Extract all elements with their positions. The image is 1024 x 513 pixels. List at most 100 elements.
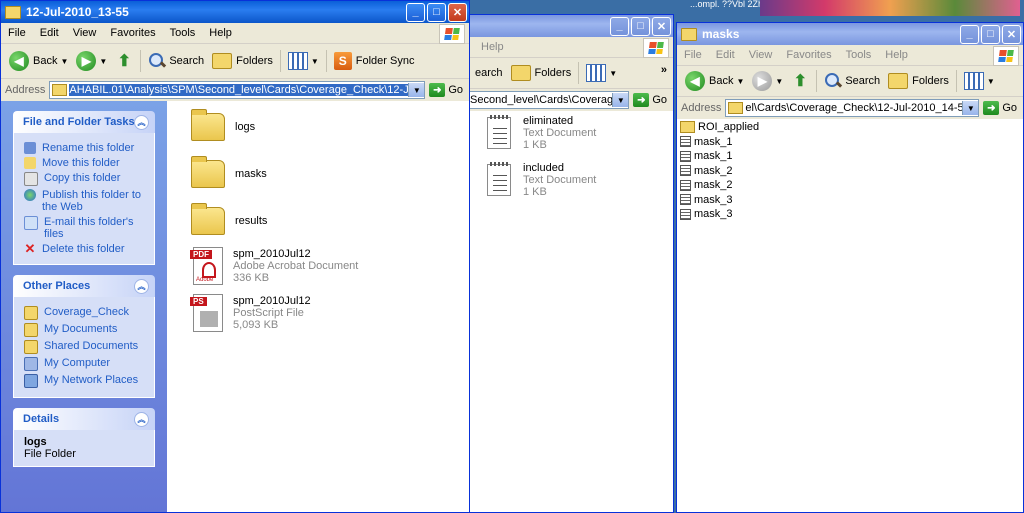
- address-input[interactable]: \Second_level\Cards\Coverage_C ▼: [467, 91, 630, 109]
- menu-tools[interactable]: Tools: [839, 49, 879, 61]
- folder-icon: [728, 102, 744, 114]
- address-dropdown-icon[interactable]: ▼: [612, 93, 629, 107]
- place-my-computer[interactable]: My Computer: [24, 357, 148, 371]
- back-button[interactable]: ◀ Back ▼: [5, 48, 72, 74]
- task-delete[interactable]: ✕ Delete this folder: [24, 242, 148, 255]
- folders-button[interactable]: Folders: [507, 60, 576, 86]
- menu-edit[interactable]: Edit: [33, 27, 66, 39]
- address-input[interactable]: AHABIL.01\Analysis\SPM\Second_level\Card…: [49, 81, 426, 99]
- text-document-icon: [487, 162, 511, 196]
- file-list[interactable]: eliminated Text Document 1 KB included T…: [467, 111, 673, 512]
- panel-header[interactable]: Details ︽: [13, 408, 155, 430]
- file-list[interactable]: logs masks results PDF Adobe spm_2010Jul…: [175, 101, 469, 512]
- panel-header[interactable]: File and Folder Tasks ︽: [13, 111, 155, 133]
- place-label: Shared Documents: [44, 340, 139, 352]
- explorer-window-masks[interactable]: masks _ □ ✕ File Edit View Favorites Too…: [676, 22, 1024, 513]
- file-name: logs: [235, 121, 256, 133]
- file-item[interactable]: PDF Adobe spm_2010Jul12 Adobe Acrobat Do…: [190, 247, 358, 285]
- chevron-down-icon: ▼: [775, 76, 784, 86]
- list-item[interactable]: mask_1: [677, 149, 1023, 164]
- search-button[interactable]: Search: [144, 48, 208, 74]
- address-dropdown-icon[interactable]: ▼: [962, 101, 979, 115]
- go-button[interactable]: ➜ Go: [633, 93, 667, 107]
- list-item[interactable]: mask_3: [677, 207, 1023, 222]
- list-item[interactable]: mask_3: [677, 193, 1023, 208]
- file-item[interactable]: PS spm_2010Jul12 PostScript File 5,093 K…: [190, 294, 311, 332]
- task-pane: File and Folder Tasks ︽ Rename this folde…: [1, 101, 167, 512]
- task-rename[interactable]: Rename this folder: [24, 142, 148, 154]
- menu-view[interactable]: View: [742, 49, 780, 61]
- task-copy[interactable]: Copy this folder: [24, 172, 148, 186]
- menu-help[interactable]: Help: [467, 41, 511, 53]
- address-input[interactable]: el\Cards\Coverage_Check\12-Jul-2010_14-5…: [725, 99, 980, 117]
- title-bar[interactable]: masks _ □ ✕: [677, 23, 1023, 45]
- search-button[interactable]: earch: [471, 60, 507, 86]
- panel-header[interactable]: Other Places ︽: [13, 275, 155, 297]
- list-item[interactable]: ROI_applied: [677, 120, 1023, 135]
- collapse-chevron-icon[interactable]: ︽: [134, 412, 149, 427]
- folder-sync-button[interactable]: S Folder Sync: [330, 48, 419, 74]
- folder-item[interactable]: logs: [191, 109, 256, 141]
- folder-icon: [191, 156, 225, 188]
- place-my-documents[interactable]: My Documents: [24, 323, 148, 337]
- up-folder-button[interactable]: ⬆: [111, 48, 137, 74]
- file-item[interactable]: eliminated Text Document 1 KB: [487, 115, 596, 151]
- up-folder-button[interactable]: ⬆: [787, 68, 813, 94]
- minimize-button[interactable]: _: [960, 24, 979, 44]
- address-label: Address: [5, 84, 46, 96]
- close-button[interactable]: ✕: [652, 16, 671, 36]
- forward-arrow-icon: ▶: [752, 71, 773, 91]
- title-bar[interactable]: _ □ ✕: [467, 15, 673, 37]
- explorer-window-main[interactable]: 12-Jul-2010_13-55 _ □ ✕ File Edit View F…: [0, 0, 470, 513]
- menu-edit[interactable]: Edit: [709, 49, 742, 61]
- maximize-button[interactable]: □: [427, 2, 446, 22]
- address-dropdown-icon[interactable]: ▼: [408, 83, 425, 97]
- forward-button[interactable]: ▶ ▼: [748, 68, 787, 94]
- search-button[interactable]: Search: [820, 68, 884, 94]
- menu-favorites[interactable]: Favorites: [103, 27, 162, 39]
- list-item[interactable]: mask_2: [677, 164, 1023, 179]
- views-button[interactable]: ▼: [582, 60, 621, 86]
- collapse-chevron-icon[interactable]: ︽: [134, 115, 149, 130]
- task-move[interactable]: Move this folder: [24, 157, 148, 169]
- explorer-window-middle[interactable]: _ □ ✕ Help earch Folders ▼ » \Second_lev…: [466, 14, 674, 513]
- back-button[interactable]: ◀ Back ▼: [681, 68, 748, 94]
- place-my-network-places[interactable]: My Network Places: [24, 374, 148, 388]
- menu-help[interactable]: Help: [878, 49, 915, 61]
- task-publish[interactable]: Publish this folder to the Web: [24, 189, 148, 213]
- close-button[interactable]: ✕: [1002, 24, 1021, 44]
- folder-item[interactable]: masks: [191, 156, 267, 188]
- menu-tools[interactable]: Tools: [163, 27, 203, 39]
- folders-button[interactable]: Folders: [884, 68, 953, 94]
- menu-file[interactable]: File: [677, 49, 709, 61]
- file-item[interactable]: included Text Document 1 KB: [487, 162, 596, 198]
- folder-item[interactable]: results: [191, 203, 267, 235]
- minimize-button[interactable]: _: [406, 2, 425, 22]
- toolbar: earch Folders ▼ »: [467, 58, 673, 89]
- content-area: File and Folder Tasks ︽ Rename this folde…: [1, 101, 469, 512]
- file-list[interactable]: ROI_applied mask_1 mask_1 mask_2 mask_2 …: [677, 119, 1023, 512]
- go-button[interactable]: ➜ Go: [983, 101, 1017, 115]
- folders-button[interactable]: Folders: [208, 48, 277, 74]
- views-button[interactable]: ▼: [284, 48, 323, 74]
- menu-help[interactable]: Help: [202, 27, 239, 39]
- list-item[interactable]: mask_2: [677, 178, 1023, 193]
- views-button[interactable]: ▼: [960, 68, 999, 94]
- menu-favorites[interactable]: Favorites: [779, 49, 838, 61]
- task-email[interactable]: E-mail this folder's files: [24, 216, 148, 240]
- place-shared-documents[interactable]: Shared Documents: [24, 340, 148, 354]
- maximize-button[interactable]: □: [981, 24, 1000, 44]
- go-button[interactable]: ➜ Go: [429, 83, 463, 97]
- maximize-button[interactable]: □: [631, 16, 650, 36]
- list-item[interactable]: mask_1: [677, 135, 1023, 150]
- minimize-button[interactable]: _: [610, 16, 629, 36]
- menu-view[interactable]: View: [66, 27, 104, 39]
- close-button[interactable]: ✕: [448, 2, 467, 22]
- collapse-chevron-icon[interactable]: ︽: [134, 279, 149, 294]
- place-coverage-check[interactable]: Coverage_Check: [24, 306, 148, 320]
- title-bar[interactable]: 12-Jul-2010_13-55 _ □ ✕: [1, 1, 469, 23]
- toolbar-overflow-icon[interactable]: »: [661, 64, 667, 76]
- forward-button[interactable]: ▶ ▼: [72, 48, 111, 74]
- chevron-down-icon: ▼: [60, 56, 69, 66]
- menu-file[interactable]: File: [1, 27, 33, 39]
